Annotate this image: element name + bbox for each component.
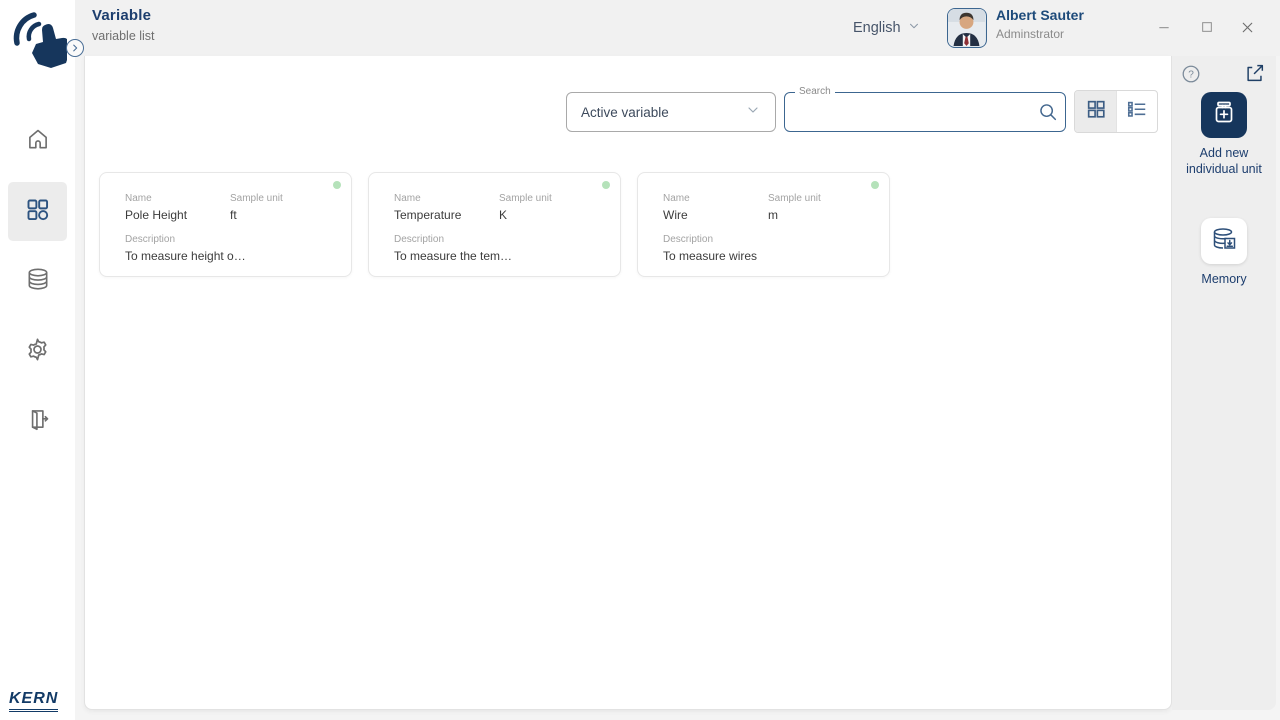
user-role: Adminstrator (996, 27, 1084, 41)
memory-button[interactable] (1201, 218, 1247, 264)
name-label: Name (663, 193, 768, 204)
description-label: Description (125, 234, 339, 245)
memory-label: Memory (1181, 271, 1267, 287)
variable-card[interactable]: Name Pole Height Sample unit ft Descript… (99, 172, 352, 277)
search-input[interactable] (785, 93, 1031, 131)
list-view-button[interactable] (1116, 91, 1157, 132)
sidebar-item-variables[interactable] (8, 182, 67, 241)
weight-plus-icon (1209, 98, 1239, 133)
variable-filter-dropdown[interactable]: Active variable (566, 92, 776, 132)
variable-description: To measure height o… (125, 249, 339, 263)
page-title: Variable (92, 7, 155, 24)
description-label: Description (663, 234, 877, 245)
window-minimize-button[interactable] (1150, 13, 1178, 41)
unit-label: Sample unit (499, 193, 552, 204)
window-maximize-button[interactable] (1193, 13, 1221, 41)
variable-unit: m (768, 208, 821, 222)
svg-text:?: ? (1188, 70, 1194, 81)
database-icon (25, 266, 51, 297)
sidebar-expand-button[interactable] (66, 39, 84, 57)
status-dot (602, 181, 610, 189)
user-name: Albert Sauter (996, 7, 1084, 23)
variable-description: To measure the tem… (394, 249, 608, 263)
add-individual-unit-action: Add new individual unit (1172, 92, 1276, 177)
logout-door-icon (25, 406, 51, 437)
main-content-panel: Active variable Search (84, 56, 1172, 710)
unit-label: Sample unit (768, 193, 821, 204)
status-dot (871, 181, 879, 189)
variable-filter-value: Active variable (581, 105, 669, 120)
name-label: Name (125, 193, 230, 204)
variable-card[interactable]: Name Temperature Sample unit K Descripti… (368, 172, 621, 277)
variable-unit: K (499, 208, 552, 222)
variable-card[interactable]: Name Wire Sample unit m Description To m… (637, 172, 890, 277)
add-individual-unit-label: Add new individual unit (1181, 145, 1267, 177)
add-individual-unit-button[interactable] (1201, 92, 1247, 138)
name-label: Name (394, 193, 499, 204)
expand-icon[interactable] (1244, 62, 1266, 84)
view-toggle (1074, 90, 1158, 133)
home-icon (25, 126, 51, 157)
variable-name: Wire (663, 208, 768, 222)
sidebar-item-logout[interactable] (8, 392, 67, 451)
page-header: Variable variable list (92, 7, 155, 43)
top-bar: Variable variable list English Albert Sa… (75, 0, 1280, 56)
right-action-panel: ? Add new individual unit (1172, 56, 1276, 710)
search-field: Search (784, 92, 1066, 132)
search-field-label: Search (795, 86, 835, 97)
settings-gear-icon (24, 336, 51, 368)
sidebar-item-database[interactable] (8, 252, 67, 311)
chevron-down-icon (907, 19, 921, 38)
variable-name: Temperature (394, 208, 499, 222)
sidebar-item-home[interactable] (8, 112, 67, 171)
unit-label: Sample unit (230, 193, 283, 204)
memory-action: Memory (1172, 218, 1276, 287)
sidebar-item-settings[interactable] (8, 322, 67, 381)
kern-brand-logo: KERN (9, 690, 58, 712)
chevron-down-icon (745, 102, 761, 123)
variable-name: Pole Height (125, 208, 230, 222)
user-info[interactable]: Albert Sauter Adminstrator (996, 7, 1084, 41)
description-label: Description (394, 234, 608, 245)
language-selector[interactable]: English (853, 0, 921, 56)
page-subtitle: variable list (92, 29, 155, 43)
left-sidebar: KERN (0, 0, 75, 720)
search-icon[interactable] (1031, 101, 1065, 123)
variable-description: To measure wires (663, 249, 877, 263)
language-value: English (853, 20, 901, 36)
dashboard-grid-icon (24, 196, 51, 228)
status-dot (333, 181, 341, 189)
grid-view-button[interactable] (1075, 91, 1116, 132)
memory-database-icon (1210, 225, 1238, 258)
avatar[interactable] (947, 8, 987, 48)
app-logo-icon (9, 8, 67, 75)
grid-view-icon (1085, 98, 1107, 125)
variable-unit: ft (230, 208, 283, 222)
window-close-button[interactable] (1233, 13, 1261, 41)
list-view-icon (1126, 98, 1148, 125)
help-icon[interactable]: ? (1180, 63, 1202, 85)
